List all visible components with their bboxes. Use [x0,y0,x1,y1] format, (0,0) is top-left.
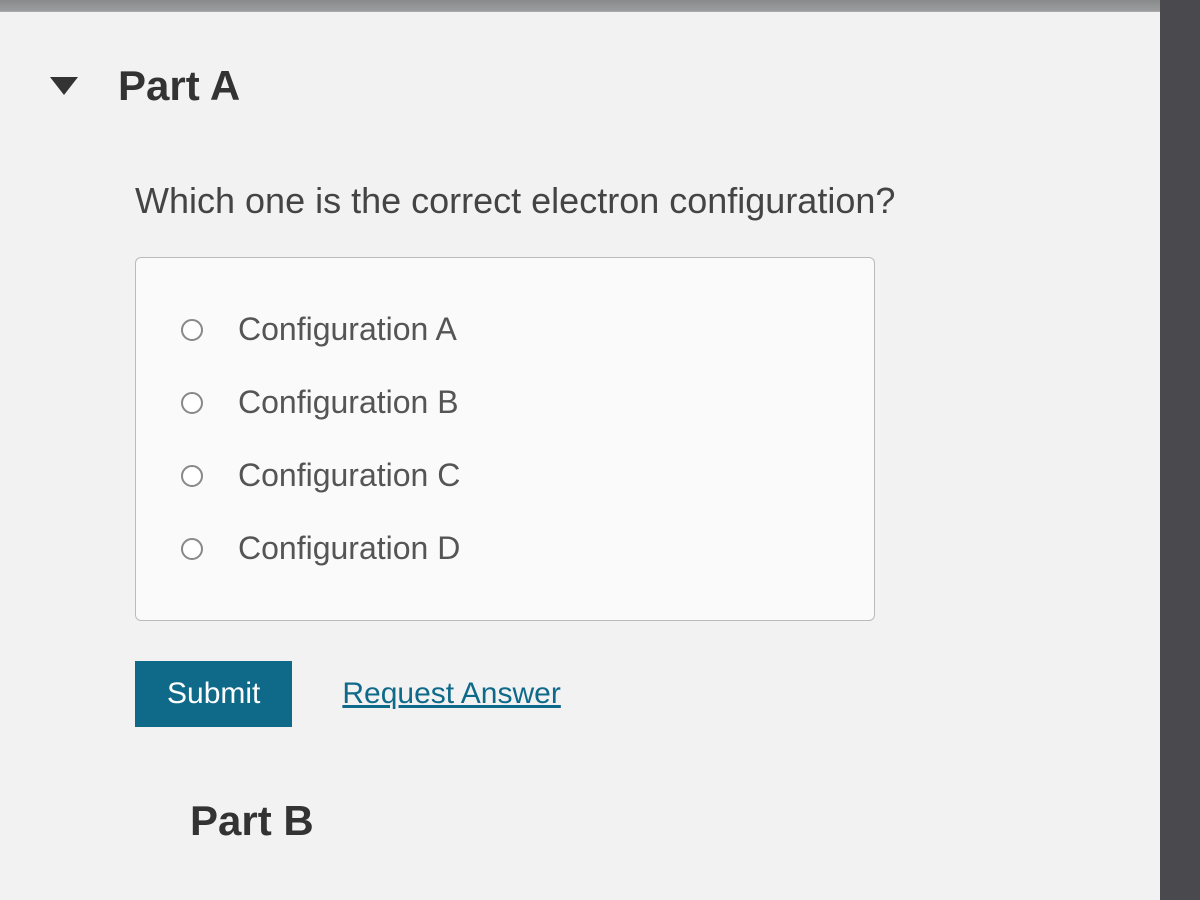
top-bar [0,0,1160,12]
request-answer-link[interactable]: Request Answer [342,677,560,711]
part-a-title: Part A [118,62,240,110]
question-text: Which one is the correct electron config… [135,180,1100,222]
option-row-c[interactable]: Configuration C [181,439,829,512]
option-row-d[interactable]: Configuration D [181,512,829,585]
radio-option-d[interactable] [181,538,203,560]
option-label: Configuration C [238,457,460,494]
page-container: Part A Which one is the correct electron… [0,0,1200,900]
options-box: Configuration A Configuration B Configur… [135,257,875,621]
option-label: Configuration D [238,530,460,567]
option-row-a[interactable]: Configuration A [181,293,829,366]
option-label: Configuration A [238,311,457,348]
button-row: Submit Request Answer [135,661,1100,727]
submit-button[interactable]: Submit [135,661,292,727]
option-label: Configuration B [238,384,459,421]
part-a-header: Part A [0,12,1160,160]
caret-down-icon[interactable] [50,77,78,95]
radio-option-c[interactable] [181,465,203,487]
part-b-title: Part B [190,797,314,845]
option-row-b[interactable]: Configuration B [181,366,829,439]
part-a-content: Which one is the correct electron config… [0,160,1160,727]
radio-option-b[interactable] [181,392,203,414]
part-b-header: Part B [0,727,1160,845]
radio-option-a[interactable] [181,319,203,341]
